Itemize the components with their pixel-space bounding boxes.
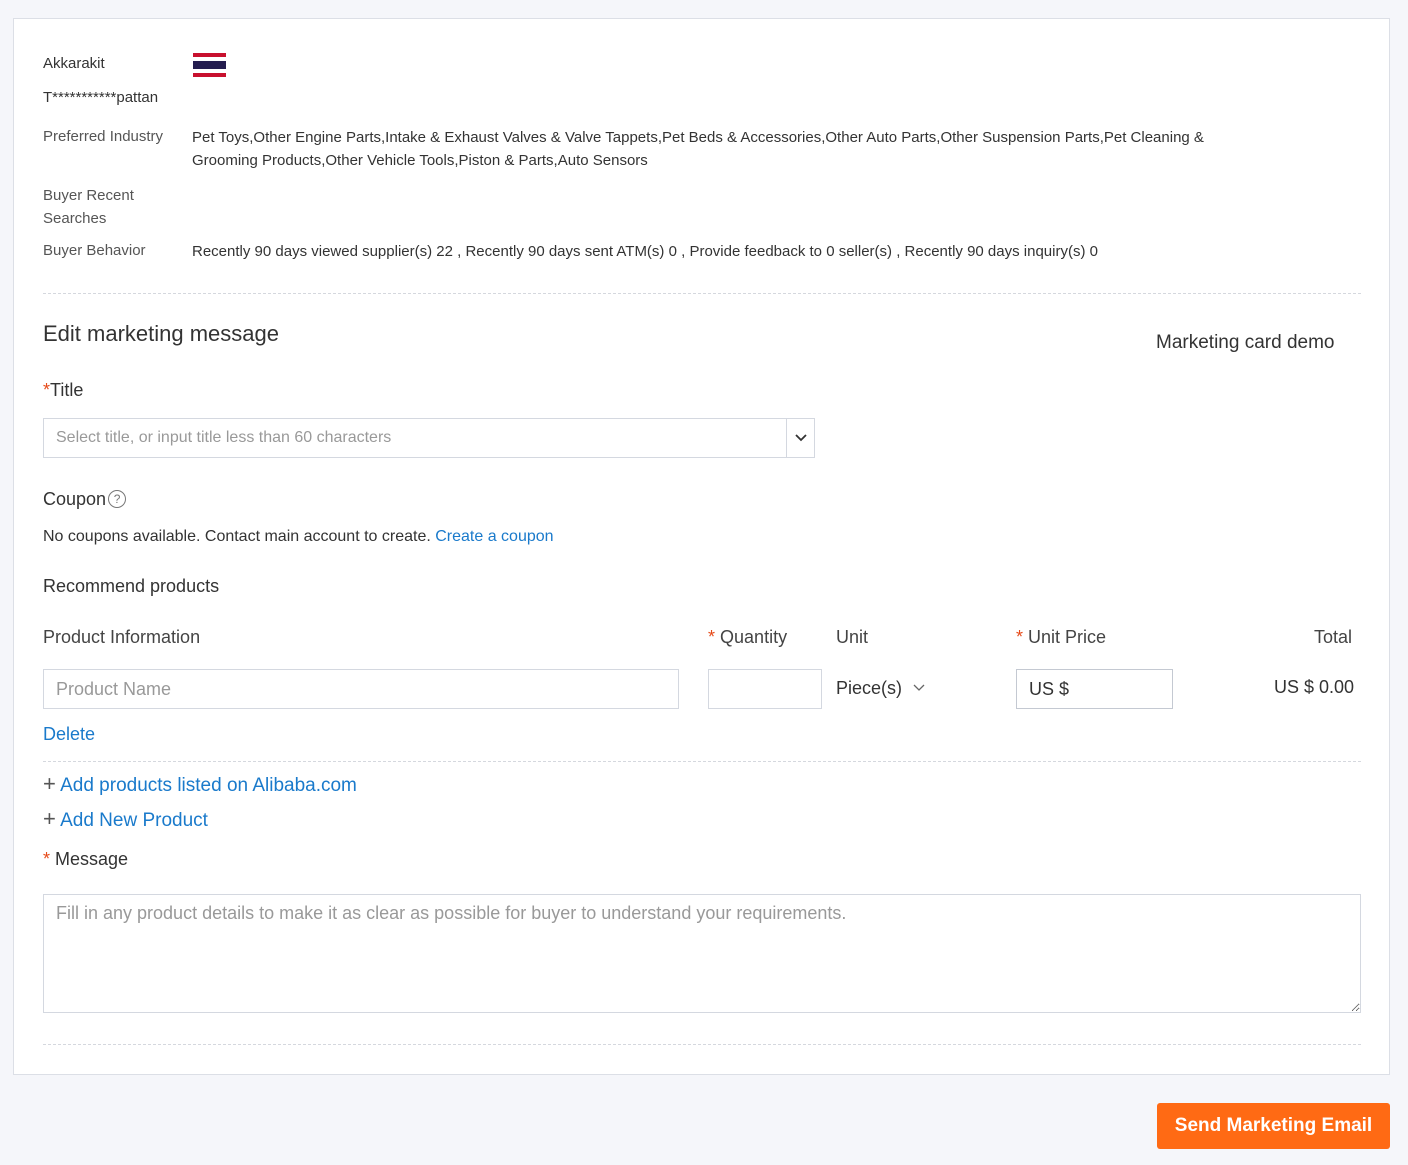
send-marketing-email-button[interactable]: Send Marketing Email [1157,1103,1390,1149]
recent-searches-label: Buyer Recent Searches [43,187,134,227]
recommend-products-heading: Recommend products [43,576,220,596]
divider [43,761,1361,762]
quantity-input[interactable] [708,669,822,709]
title-placeholder: Select title, or input title less than 6… [56,429,392,446]
delete-link[interactable]: Delete [43,724,95,745]
help-icon[interactable]: ? [108,490,127,508]
chevron-down-icon[interactable] [786,419,814,457]
buyer-first-name: Akkarakit [43,55,105,72]
chevron-down-icon [913,684,925,691]
col-quantity: * Quantity [708,627,788,647]
buyer-behavior-label: Buyer Behavior [43,242,146,259]
col-product-information: Product Information [43,627,201,647]
title-label: *Title [43,380,84,400]
buyer-behavior-value: Recently 90 days viewed supplier(s) 22 ,… [192,243,1098,260]
add-listed-products-link[interactable]: + Add products listed on Alibaba.com [43,771,357,797]
col-unit-price: * Unit Price [1016,627,1107,647]
create-coupon-link[interactable]: Create a coupon [435,528,553,545]
add-new-product-link[interactable]: + Add New Product [43,806,208,832]
message-label: * Message [43,849,129,869]
divider [43,293,1361,294]
plus-icon: + [43,771,56,796]
product-name-input[interactable]: Product Name [43,669,679,709]
preferred-industry-label: Preferred Industry [43,128,164,145]
col-unit: Unit [836,627,869,647]
edit-message-heading: Edit marketing message [43,321,279,346]
plus-icon: + [43,806,56,831]
col-total: Total [1314,627,1353,647]
unit-price-input[interactable]: US $ [1016,669,1173,709]
title-select[interactable]: Select title, or input title less than 6… [43,418,815,458]
buyer-last-name: T***********pattan [43,89,159,106]
thailand-flag-icon [193,53,226,78]
marketing-card-demo-link[interactable]: Marketing card demo [1156,332,1334,354]
coupon-label: Coupon? [43,489,127,510]
marketing-card: Akkarakit T***********pattan Preferred I… [13,18,1390,1075]
message-textarea[interactable] [43,894,1361,1013]
coupon-note: No coupons available. Contact main accou… [43,528,554,545]
divider [43,1044,1361,1045]
row-total: US $ 0.00 [1274,677,1355,697]
preferred-industry-value: Pet Toys,Other Engine Parts,Intake & Exh… [192,129,1204,169]
unit-select[interactable]: Piece(s) [836,678,925,699]
